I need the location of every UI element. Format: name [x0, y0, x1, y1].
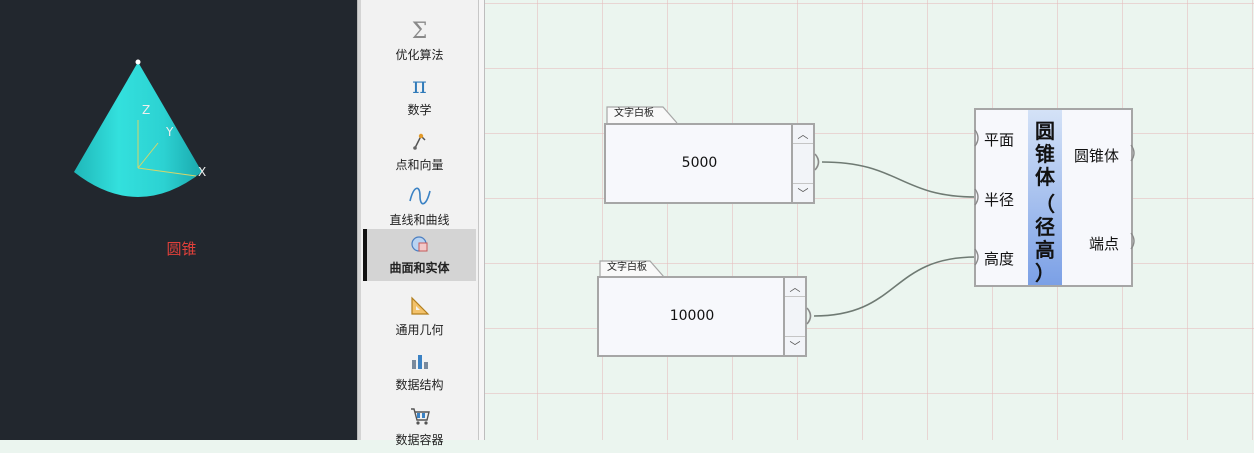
palette-item-math[interactable]: π 数学	[363, 71, 476, 123]
text-node-scrollbar[interactable]: ︿ ﹀	[783, 278, 805, 355]
curve-icon	[408, 187, 431, 205]
palette-item-label: 直线和曲线	[389, 213, 450, 227]
palette-item-label: 点和向量	[395, 158, 444, 172]
palette-item-data-structures[interactable]: 数据结构	[363, 346, 476, 398]
text-node-tab-label: 文字白板	[607, 262, 647, 273]
chevron-up-icon: ︿	[797, 128, 809, 141]
node-canvas[interactable]	[485, 0, 1254, 440]
cart-icon	[410, 408, 430, 425]
sigma-icon: Σ	[411, 18, 428, 44]
cone-model: Z Y X	[74, 59, 206, 197]
palette-item-label: 通用几何	[395, 323, 444, 337]
component-palette: Σ 优化算法 π 数学 点和向量 直线和曲线 曲面和实体 通用几何 数据结构 数…	[361, 0, 479, 447]
chevron-up-icon: ︿	[789, 281, 801, 294]
input-port-height[interactable]: 高度	[984, 248, 1014, 269]
palette-item-point-vector[interactable]: 点和向量	[363, 126, 476, 178]
viewport-preview[interactable]: Z Y X 圆锥	[0, 0, 357, 440]
palette-item-data-containers[interactable]: 数据容器	[363, 401, 476, 453]
palette-item-optimization[interactable]: Σ 优化算法	[363, 16, 476, 68]
palette-item-label: 数学	[407, 103, 432, 117]
cone-component-node[interactable]: 圆 锥 体 （ 径 高 ） 平面 半径 高度 圆锥体 端点	[974, 108, 1133, 287]
text-node-value[interactable]: 5000	[606, 155, 793, 171]
output-port-endpoint[interactable]: 端点	[1089, 233, 1119, 254]
output-port[interactable]	[806, 306, 816, 326]
axis-label-x: X	[198, 165, 206, 179]
palette-item-surfaces-solids[interactable]: 曲面和实体	[363, 229, 476, 281]
axis-label-z: Z	[142, 103, 150, 117]
palette-item-lines-curves[interactable]: 直线和曲线	[363, 181, 476, 233]
chevron-down-icon: ﹀	[789, 340, 801, 353]
text-node-radius[interactable]: 5000 ︿ ﹀	[604, 123, 815, 204]
palette-item-label: 优化算法	[395, 48, 444, 62]
text-node-value[interactable]: 10000	[599, 308, 785, 324]
text-node-height[interactable]: 10000 ︿ ﹀	[597, 276, 807, 357]
bar-chart-icon	[411, 355, 428, 369]
chevron-down-icon: ﹀	[797, 187, 809, 200]
scroll-down-button[interactable]: ﹀	[793, 183, 813, 202]
set-square-icon	[410, 296, 429, 315]
point-vector-icon	[412, 133, 426, 150]
palette-item-label: 数据结构	[395, 378, 444, 392]
input-port-plane[interactable]: 平面	[984, 129, 1014, 150]
output-port-cone[interactable]: 圆锥体	[1074, 145, 1119, 166]
input-port-radius[interactable]: 半径	[984, 189, 1014, 210]
scroll-down-button[interactable]: ﹀	[785, 336, 805, 355]
shape-caption: 圆锥	[166, 240, 197, 258]
scroll-up-button[interactable]: ︿	[793, 125, 813, 144]
palette-item-label: 曲面和实体	[389, 261, 450, 275]
output-port[interactable]	[814, 152, 824, 172]
scroll-up-button[interactable]: ︿	[785, 278, 805, 297]
text-node-tab-label: 文字白板	[614, 108, 654, 119]
text-node-scrollbar[interactable]: ︿ ﹀	[791, 125, 813, 202]
node-title: 圆 锥 体 （ 径 高 ）	[1035, 119, 1055, 285]
axis-label-y: Y	[165, 125, 174, 139]
pi-icon: π	[412, 73, 427, 99]
palette-item-general-geometry[interactable]: 通用几何	[363, 291, 476, 343]
surface-solid-icon	[410, 236, 427, 252]
